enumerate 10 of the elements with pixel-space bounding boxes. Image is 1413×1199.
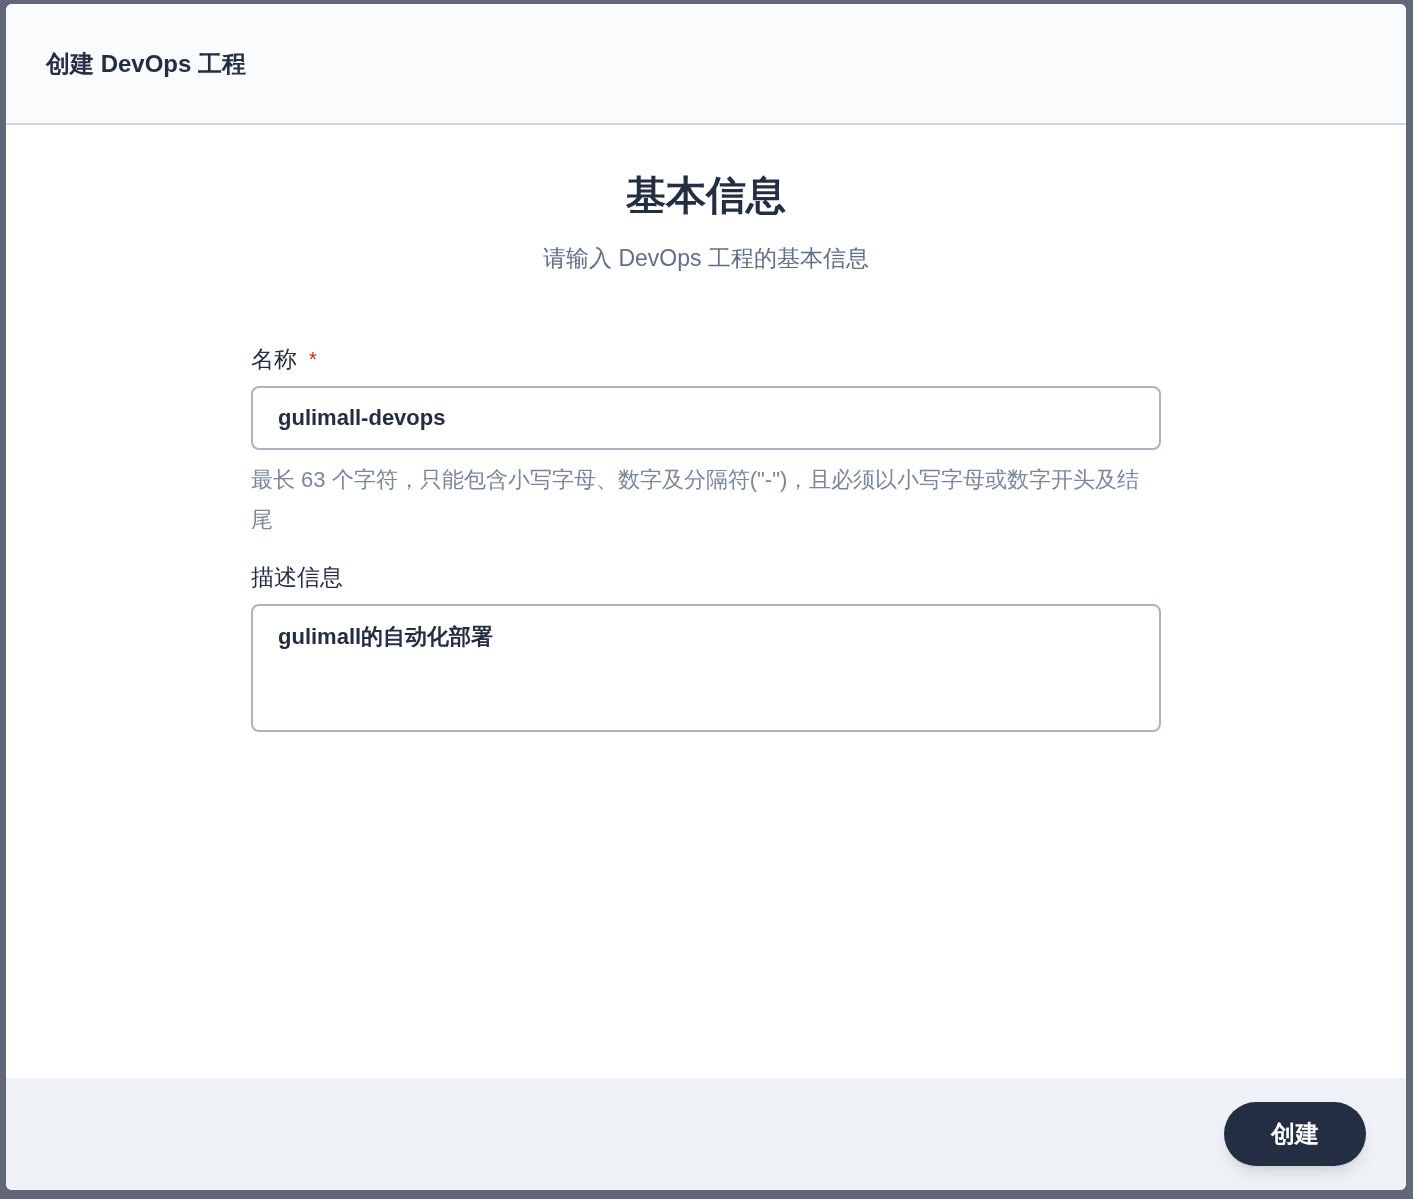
field-hint: 最长 63 个字符，只能包含小写字母、数字及分隔符("-")，且必须以小写字母或数字开头及结尾 [251, 465, 1141, 534]
name-input[interactable]: gulimall-devops [251, 385, 1161, 450]
section-title: 基本信息 [626, 172, 786, 219]
required-marker: * [309, 348, 317, 369]
description-textarea[interactable]: gulimall的自动化部署 [251, 603, 1161, 732]
dialog-title: 创建 DevOps 工程 [46, 48, 247, 79]
section-subtitle: 请输入 DevOps 工程的基本信息 [543, 244, 869, 273]
create-button[interactable]: 创建 [1224, 1102, 1366, 1166]
field-label: 描述信息 [251, 562, 343, 592]
field-label: 名称 [251, 344, 297, 374]
